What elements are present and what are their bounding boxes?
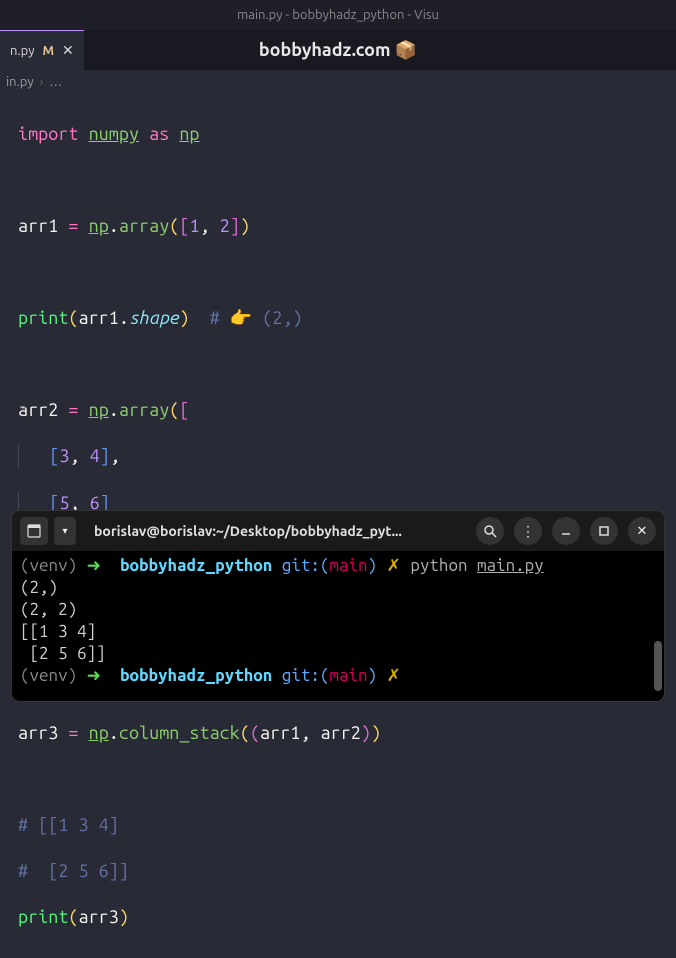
minimize-button[interactable] (552, 517, 580, 545)
tab-label: n.py (10, 44, 34, 58)
terminal-panel: ▾ borislav@borislav:~/Desktop/bobbyhadz_… (12, 511, 664, 701)
terminal-titlebar: ▾ borislav@borislav:~/Desktop/bobbyhadz_… (12, 511, 664, 551)
search-button[interactable] (476, 517, 504, 545)
terminal-output[interactable]: (venv) ➜ bobbyhadz_python git:(main) ✗ p… (12, 551, 664, 692)
new-tab-button[interactable] (20, 517, 48, 545)
code-line: print(arr1.shape) # 👉 (2,) (18, 307, 676, 330)
close-icon[interactable]: ✕ (62, 42, 74, 59)
code-line (18, 353, 676, 376)
close-button[interactable]: ✕ (628, 517, 656, 545)
minimize-icon (560, 525, 572, 537)
terminal-title: borislav@borislav:~/Desktop/bobbyhadz_py… (82, 523, 466, 539)
window-titlebar: main.py - bobbyhadz_python - Visu (0, 0, 676, 30)
code-line: # [2 5 6]] (18, 860, 676, 883)
code-line: arr1 = np.array([1, 2]) (18, 215, 676, 238)
code-line: arr3 = np.column_stack((arr1, arr2)) (18, 722, 676, 745)
maximize-button[interactable] (590, 517, 618, 545)
code-line (18, 768, 676, 791)
window-title: main.py - bobbyhadz_python - Visu (237, 8, 439, 22)
fold-chevron-icon[interactable]: ⌄ (18, 399, 28, 414)
code-line: import numpy as np (18, 123, 676, 146)
search-icon (483, 524, 497, 538)
tab-modified-badge: M (42, 44, 54, 58)
terminal-icon (27, 524, 41, 538)
breadcrumb-file: in.py (6, 75, 34, 89)
code-line: ⌄arr2 = np.array([ (18, 399, 676, 422)
dropdown-button[interactable]: ▾ (54, 517, 76, 545)
code-line: print(arr3) (18, 906, 676, 929)
breadcrumb-more: … (49, 75, 62, 89)
tab-main-py[interactable]: n.py M ✕ (0, 30, 84, 70)
code-line (18, 261, 676, 284)
code-line (18, 169, 676, 192)
close-icon: ✕ (637, 524, 648, 539)
breadcrumb[interactable]: in.py › … (0, 70, 676, 94)
maximize-icon (598, 525, 610, 537)
kebab-icon: ⋮ (521, 523, 535, 540)
chevron-right-icon: › (40, 75, 44, 89)
watermark: bobbyhadz.com 📦 (0, 40, 676, 61)
pointing-right-icon: 👉 (230, 308, 252, 328)
code-line: [3, 4], (18, 445, 676, 468)
editor-tabs: n.py M ✕ bobbyhadz.com 📦 (0, 30, 676, 70)
menu-button[interactable]: ⋮ (514, 517, 542, 545)
scrollbar-thumb[interactable] (654, 641, 662, 691)
code-line: # [[1 3 4] (18, 814, 676, 837)
